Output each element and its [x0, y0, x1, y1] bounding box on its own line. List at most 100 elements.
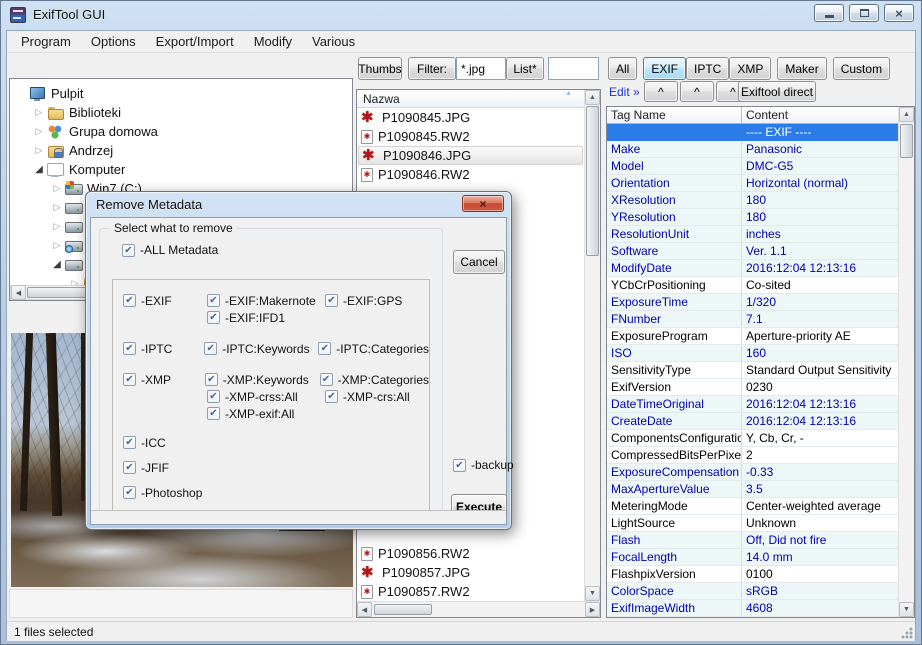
table-row[interactable]: ExposureTime1/320 — [607, 294, 898, 311]
thumbs-button[interactable]: Thumbs — [358, 57, 402, 80]
file-row[interactable]: ✱P1090845.JPG — [358, 108, 583, 127]
file-horizontal-scrollbar[interactable]: ◀ ▶ — [357, 601, 600, 617]
tree-row[interactable]: ◢Komputer — [10, 160, 352, 179]
list-button[interactable]: List* — [506, 57, 544, 80]
menu-item-options[interactable]: Options — [81, 32, 146, 51]
filter-input[interactable] — [456, 57, 506, 80]
table-row[interactable]: FNumber7.1 — [607, 311, 898, 328]
edit-link[interactable]: Edit » — [609, 85, 640, 99]
expander-icon[interactable]: ▷ — [50, 183, 64, 194]
scrollbar-thumb[interactable] — [900, 124, 913, 158]
checkbox-xmp-crss-all[interactable]: ✔-XMP-crss:All — [207, 390, 298, 404]
scroll-right-icon[interactable]: ▶ — [585, 602, 600, 617]
file-row[interactable]: ✱P1090845.RW2 — [358, 127, 583, 146]
table-row[interactable]: ExposureCompensation-0.33 — [607, 464, 898, 481]
caret-button-1[interactable]: ^ — [644, 81, 678, 102]
table-row[interactable]: ExifImageWidth4608 — [607, 600, 898, 617]
table-row[interactable]: ISO160 — [607, 345, 898, 362]
minimize-button[interactable] — [814, 4, 844, 22]
file-row[interactable]: ✱P1090857.RW2 — [358, 582, 583, 601]
tab-xmp[interactable]: XMP — [729, 57, 771, 80]
dialog-close-button[interactable]: × — [462, 195, 504, 212]
table-row[interactable]: ModelDMC-G5 — [607, 158, 898, 175]
table-row[interactable]: FlashpixVersion0100 — [607, 566, 898, 583]
file-vertical-scrollbar[interactable]: ▲ ▼ — [584, 90, 600, 601]
file-list-header[interactable]: Nazwa — [357, 90, 584, 108]
tab-iptc[interactable]: IPTC — [686, 57, 729, 80]
table-row[interactable]: MaxApertureValue3.5 — [607, 481, 898, 498]
file-row[interactable]: ✱P1090846.JPG — [358, 146, 583, 165]
scroll-down-icon[interactable]: ▼ — [585, 586, 600, 601]
table-row[interactable]: YCbCrPositioningCo-sited — [607, 277, 898, 294]
scrollbar-thumb[interactable] — [374, 604, 432, 615]
resize-grip[interactable] — [900, 626, 914, 640]
menu-item-program[interactable]: Program — [11, 32, 81, 51]
table-row[interactable]: ---- EXIF ---- — [607, 124, 898, 141]
maximize-button[interactable] — [849, 4, 879, 22]
checkbox-photoshop[interactable]: ✔-Photoshop — [123, 486, 202, 500]
table-row[interactable]: CompressedBitsPerPixel2 — [607, 447, 898, 464]
menu-item-modify[interactable]: Modify — [244, 32, 302, 51]
table-row[interactable]: FlashOff, Did not fire — [607, 532, 898, 549]
expander-icon[interactable]: ◢ — [32, 164, 46, 175]
expander-icon[interactable]: ▷ — [32, 126, 46, 137]
tree-row[interactable]: Pulpit — [10, 84, 352, 103]
tab-all[interactable]: All — [608, 57, 637, 80]
expander-icon[interactable]: ▷ — [50, 221, 64, 232]
scroll-left-icon[interactable]: ◀ — [357, 602, 372, 617]
exiftool-direct-button[interactable]: Exiftool direct — [738, 81, 816, 102]
table-vertical-scrollbar[interactable]: ▲ ▼ — [898, 107, 914, 617]
tag-name-column-header[interactable]: Tag Name — [607, 107, 742, 123]
tab-custom[interactable]: Custom — [833, 57, 890, 80]
checkbox-iptc-keywords[interactable]: ✔-IPTC:Keywords — [204, 342, 309, 356]
expander-icon[interactable]: ▷ — [68, 278, 82, 285]
table-row[interactable]: MeteringModeCenter-weighted average — [607, 498, 898, 515]
table-row[interactable]: XResolution180 — [607, 192, 898, 209]
table-row[interactable]: SensitivityTypeStandard Output Sensitivi… — [607, 362, 898, 379]
checkbox-exif-gps[interactable]: ✔-EXIF:GPS — [325, 294, 402, 308]
tree-row[interactable]: ▷Andrzej — [10, 141, 352, 160]
table-row[interactable]: ExifVersion0230 — [607, 379, 898, 396]
scroll-down-icon[interactable]: ▼ — [899, 602, 914, 617]
table-row[interactable]: FocalLength14.0 mm — [607, 549, 898, 566]
table-row[interactable]: MakePanasonic — [607, 141, 898, 158]
tab-exif[interactable]: EXIF — [643, 57, 686, 80]
checkbox-exif-makernote[interactable]: ✔-EXIF:Makernote — [207, 294, 316, 308]
checkbox-xmp-keywords[interactable]: ✔-XMP:Keywords — [205, 373, 309, 387]
filter-button[interactable]: Filter: — [408, 57, 456, 80]
expander-icon[interactable]: ◢ — [50, 259, 64, 270]
expander-icon[interactable]: ▷ — [50, 240, 64, 251]
table-row[interactable]: YResolution180 — [607, 209, 898, 226]
file-row[interactable]: ✱P1090856.RW2 — [358, 544, 583, 563]
checkbox-xmp-crs-all[interactable]: ✔-XMP-crs:All — [325, 390, 410, 404]
expander-icon[interactable]: ▷ — [32, 107, 46, 118]
scroll-up-icon[interactable]: ▲ — [585, 90, 600, 105]
table-row[interactable]: DateTimeOriginal2016:12:04 12:13:16 — [607, 396, 898, 413]
expander-icon[interactable]: ▷ — [50, 202, 64, 213]
checkbox-exif-ifd1[interactable]: ✔-EXIF:IFD1 — [207, 311, 285, 325]
scrollbar-thumb[interactable] — [586, 106, 599, 256]
cancel-button[interactable]: Cancel — [453, 250, 505, 274]
checkbox-xmp-exif-all[interactable]: ✔-XMP-exif:All — [207, 407, 294, 421]
table-row[interactable]: ResolutionUnitinches — [607, 226, 898, 243]
checkbox-xmp-categories[interactable]: ✔-XMP:Categories — [320, 373, 429, 387]
table-row[interactable]: CreateDate2016:12:04 12:13:16 — [607, 413, 898, 430]
file-row[interactable]: ✱P1090857.JPG — [358, 563, 583, 582]
checkbox-icc[interactable]: ✔-ICC — [123, 436, 166, 450]
table-row[interactable]: SoftwareVer. 1.1 — [607, 243, 898, 260]
file-row[interactable]: ✱P1090846.RW2 — [358, 165, 583, 184]
tree-row[interactable]: ▷Biblioteki — [10, 103, 352, 122]
table-row[interactable]: ModifyDate2016:12:04 12:13:16 — [607, 260, 898, 277]
close-button[interactable]: × — [884, 4, 914, 22]
table-row[interactable]: ComponentsConfigurationY, Cb, Cr, - — [607, 430, 898, 447]
checkbox-iptc-categories[interactable]: ✔-IPTC:Categories — [318, 342, 429, 356]
menu-item-export-import[interactable]: Export/Import — [146, 32, 244, 51]
checkbox-all-metadata[interactable]: ✔-ALL Metadata — [122, 243, 218, 257]
table-row[interactable]: ColorSpacesRGB — [607, 583, 898, 600]
expander-icon[interactable]: ▷ — [32, 145, 46, 156]
checkbox-xmp[interactable]: ✔-XMP — [123, 373, 171, 387]
table-row[interactable]: ExposureProgramAperture-priority AE — [607, 328, 898, 345]
scroll-up-icon[interactable]: ▲ — [899, 107, 914, 122]
checkbox-exif[interactable]: ✔-EXIF — [123, 294, 172, 308]
tree-row[interactable]: ▷Grupa domowa — [10, 122, 352, 141]
